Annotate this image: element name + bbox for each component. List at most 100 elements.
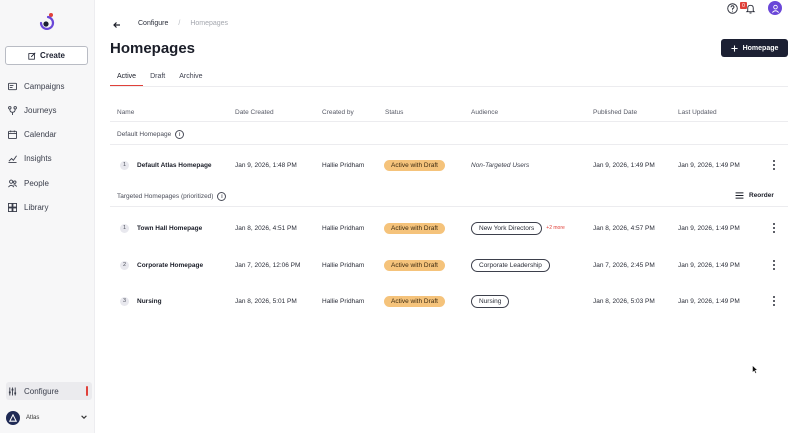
header-divider	[110, 121, 788, 122]
new-homepage-button[interactable]: Homepage	[721, 39, 788, 57]
date-created: Jan 9, 2026, 1:48 PM	[235, 161, 297, 169]
group-divider	[110, 206, 788, 207]
priority-badge: 2	[120, 260, 129, 270]
info-icon[interactable]: i	[175, 130, 185, 139]
notification-badge: 0	[740, 2, 747, 9]
created-by: Hallie Pridham	[322, 161, 365, 169]
org-avatar	[6, 411, 20, 425]
reorder-label: Reorder	[749, 192, 774, 199]
default-group-text: Default Homepage	[117, 131, 172, 138]
last-updated: Jan 9, 2026, 1:49 PM	[678, 224, 740, 232]
table-row[interactable]: 1 Default Atlas Homepage Jan 9, 2026, 1:…	[110, 158, 788, 172]
breadcrumb-current: Homepages	[190, 20, 229, 27]
create-button[interactable]: Create	[5, 46, 88, 65]
library-icon	[8, 202, 17, 212]
table-row[interactable]: 3 Nursing Jan 8, 2026, 5:01 PM Hallie Pr…	[110, 294, 788, 308]
priority-badge: 1	[120, 223, 129, 233]
top-icons: 0	[726, 1, 782, 15]
status-badge: Active with Draft	[384, 259, 445, 271]
sidebar-item-label: Insights	[24, 153, 52, 163]
last-updated: Jan 9, 2026, 1:49 PM	[678, 161, 740, 169]
org-switcher[interactable]: Atlas	[6, 410, 90, 426]
arrow-left-icon	[113, 22, 120, 28]
column-header-last-updated: Last Updated	[678, 109, 717, 116]
last-updated: Jan 9, 2026, 1:49 PM	[678, 261, 740, 269]
active-indicator	[86, 386, 88, 396]
sidebar-item-library[interactable]: Library	[6, 198, 92, 216]
more-options-icon[interactable]	[772, 160, 776, 170]
tab-archive[interactable]: Archive	[172, 70, 209, 86]
tab-active[interactable]: Active	[110, 70, 144, 86]
breadcrumb-configure[interactable]: Configure	[138, 20, 168, 27]
date-created: Jan 8, 2026, 5:01 PM	[235, 297, 297, 305]
sliders-icon	[8, 386, 17, 396]
date-created: Jan 8, 2026, 4:51 PM	[235, 224, 297, 232]
user-icon	[771, 4, 779, 13]
published-date: Jan 9, 2026, 1:49 PM	[593, 161, 655, 169]
homepage-name[interactable]: Default Atlas Homepage	[137, 162, 212, 169]
column-header-published-date: Published Date	[593, 109, 638, 116]
create-button-label: Create	[40, 51, 65, 60]
info-icon[interactable]: i	[217, 192, 227, 201]
targeted-group-label: Targeted Homepages (prioritized) i	[117, 192, 227, 201]
notifications-button[interactable]: 0	[740, 2, 756, 14]
sidebar-item-label: People	[24, 178, 49, 188]
page-title: Homepages	[110, 40, 196, 57]
homepage-name[interactable]: Nursing	[137, 298, 162, 305]
tabs-divider	[110, 86, 788, 87]
mouse-cursor-icon	[752, 365, 758, 374]
column-header-created-by: Created by	[322, 109, 354, 116]
more-options-icon[interactable]	[772, 260, 776, 270]
app-logo[interactable]	[37, 11, 57, 31]
published-date: Jan 8, 2026, 5:03 PM	[593, 297, 655, 305]
homepage-name[interactable]: Corporate Homepage	[137, 262, 203, 269]
sidebar-item-campaigns[interactable]: Campaigns	[6, 77, 92, 95]
group-divider	[110, 144, 788, 145]
user-avatar[interactable]	[768, 1, 782, 15]
more-options-icon[interactable]	[772, 296, 776, 306]
column-header-audience: Audience	[471, 109, 499, 116]
column-header-name: Name	[117, 109, 135, 116]
reorder-button[interactable]: Reorder	[735, 192, 774, 199]
edit-icon	[28, 51, 36, 60]
table-row[interactable]: 2 Corporate Homepage Jan 7, 2026, 12:06 …	[110, 258, 788, 272]
status-badge: Active with Draft	[384, 295, 445, 307]
breadcrumb-separator: /	[178, 20, 181, 27]
sidebar-item-label: Journeys	[24, 105, 57, 115]
created-by: Hallie Pridham	[322, 224, 365, 232]
status-badge: Active with Draft	[384, 222, 445, 234]
journeys-icon	[8, 105, 17, 115]
sidebar-item-insights[interactable]: Insights	[6, 149, 92, 167]
priority-badge: 1	[120, 160, 129, 170]
new-homepage-label: Homepage	[742, 44, 779, 52]
created-by: Hallie Pridham	[322, 261, 365, 269]
audience-pill: Corporate Leadership	[471, 258, 550, 272]
published-date: Jan 8, 2026, 4:57 PM	[593, 224, 655, 232]
tab-draft[interactable]: Draft	[143, 70, 172, 86]
last-updated: Jan 9, 2026, 1:49 PM	[678, 297, 740, 305]
sidebar-item-people[interactable]: People	[6, 174, 92, 192]
sidebar-item-calendar[interactable]: Calendar	[6, 125, 92, 143]
sidebar-item-journeys[interactable]: Journeys	[6, 101, 92, 119]
calendar-icon	[8, 129, 17, 139]
org-name: Atlas	[26, 415, 40, 421]
date-created: Jan 7, 2026, 12:06 PM	[235, 261, 301, 269]
list-icon	[735, 192, 744, 199]
sidebar: Create Campaigns Journeys Calendar Insig…	[0, 0, 95, 433]
published-date: Jan 7, 2026, 2:45 PM	[593, 261, 655, 269]
audience: Non-Targeted Users	[471, 161, 530, 169]
default-group-label: Default Homepage i	[117, 130, 185, 139]
audience-pill: New York Directors	[471, 221, 543, 235]
sidebar-item-configure[interactable]: Configure	[6, 382, 92, 400]
sidebar-item-label: Calendar	[24, 129, 57, 139]
more-options-icon[interactable]	[772, 223, 776, 233]
help-button[interactable]	[726, 2, 738, 14]
homepage-name[interactable]: Town Hall Homepage	[137, 225, 202, 232]
audience-more-link[interactable]: +2 more	[546, 225, 564, 231]
table-row[interactable]: 1 Town Hall Homepage Jan 8, 2026, 4:51 P…	[110, 221, 788, 235]
back-button[interactable]	[112, 20, 122, 30]
priority-badge: 3	[120, 296, 129, 306]
plus-icon	[731, 44, 738, 52]
sidebar-item-label: Library	[24, 202, 49, 212]
targeted-group-text: Targeted Homepages (prioritized)	[117, 193, 214, 200]
